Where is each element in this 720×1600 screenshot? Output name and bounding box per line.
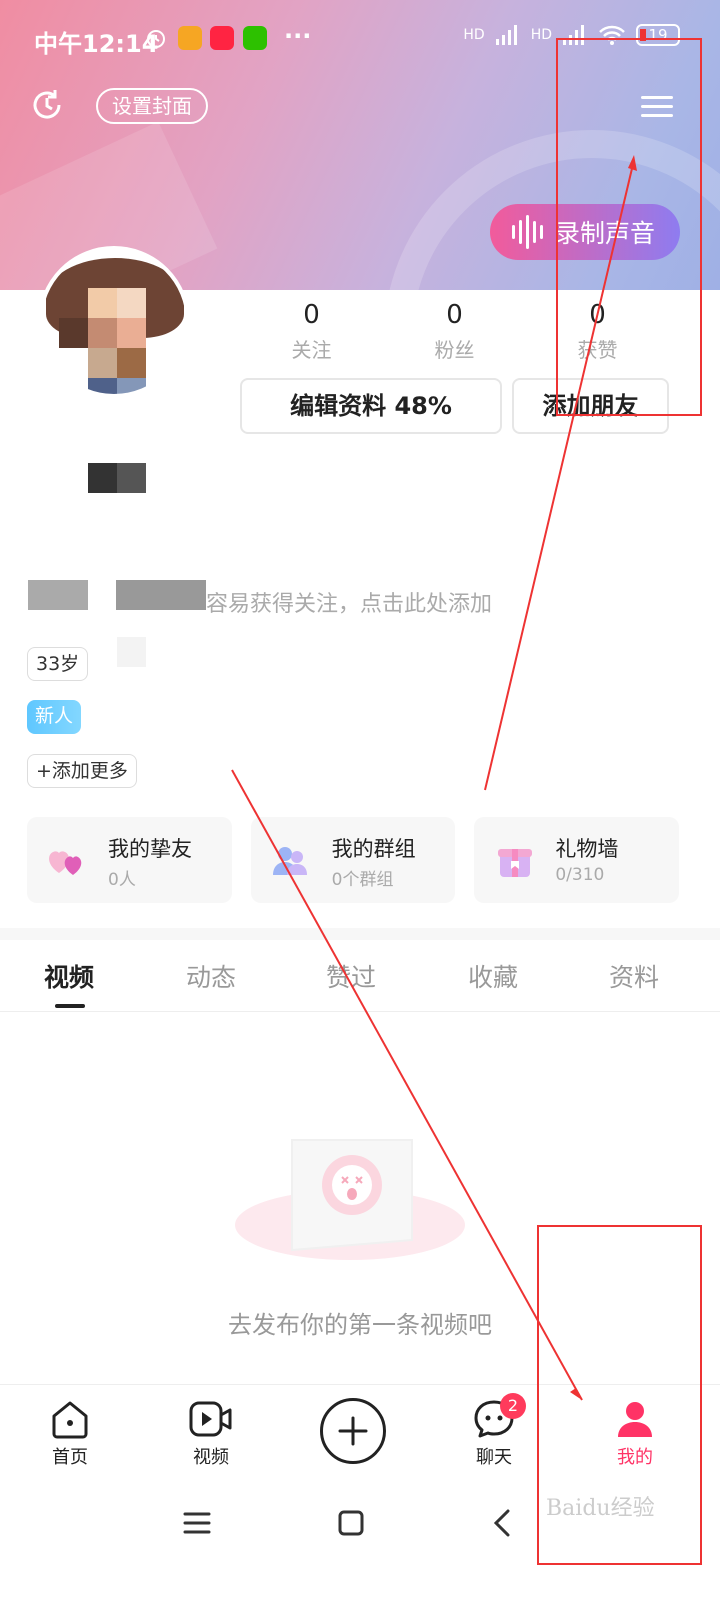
watermark-logo: Baidu经验	[546, 1496, 655, 1521]
annotation-arrows	[231, 155, 637, 1401]
profile-screen: 中午12:14 ··· HD HD 19 设置封面 录制声音 0 关注 0 粉丝…	[0, 0, 720, 1600]
